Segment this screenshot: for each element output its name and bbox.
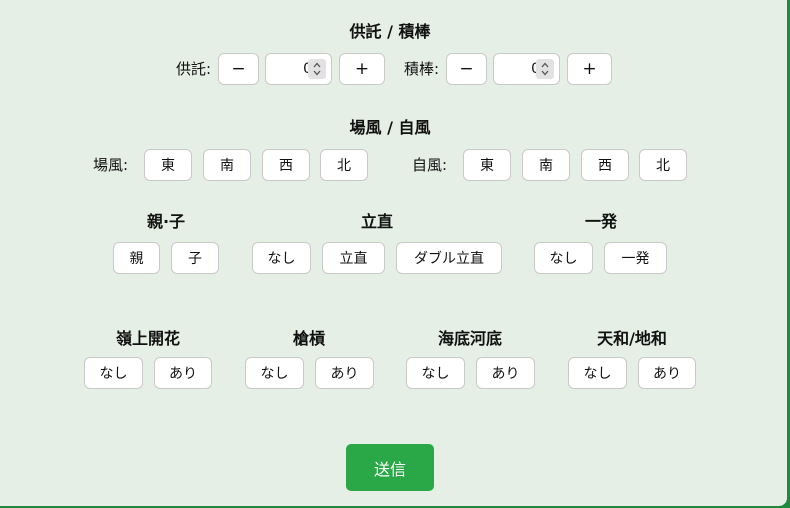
tsumibo-input[interactable]: 0 <box>493 53 560 85</box>
tsumibo-minus-button[interactable]: − <box>446 53 487 85</box>
riichi-title: 立直 <box>360 212 393 231</box>
rinshan-none-button[interactable]: なし <box>84 357 143 389</box>
kyotaku-plus-button[interactable]: + <box>339 53 385 85</box>
jikaze-east-button[interactable]: 東 <box>463 149 511 181</box>
jikaze-south-button[interactable]: 南 <box>522 149 570 181</box>
kyotaku-minus-button[interactable]: − <box>218 53 259 85</box>
chankan-none-button[interactable]: なし <box>245 357 304 389</box>
bakaze-label: 場風: <box>93 156 129 174</box>
oya-ko-title: 親·子 <box>146 212 186 231</box>
kyotaku-input[interactable]: 0 <box>265 53 332 85</box>
jikaze-north-button[interactable]: 北 <box>639 149 687 181</box>
tsumibo-spinner[interactable] <box>536 59 554 79</box>
tsumibo-value: 0 <box>494 54 540 84</box>
kyotaku-label: 供託: <box>176 60 212 78</box>
jikaze-label: 自風: <box>412 156 448 174</box>
jikaze-west-button[interactable]: 西 <box>581 149 629 181</box>
submit-button[interactable]: 送信 <box>346 444 434 491</box>
form-panel: 供託 / 積棒 供託: − 0 + 積棒: − 0 + 場風 / 自風 場風: … <box>0 0 787 506</box>
tsumibo-label: 積棒: <box>404 60 440 78</box>
wind-title: 場風 / 自風 <box>349 118 431 137</box>
tenhou-yes-button[interactable]: あり <box>638 357 696 389</box>
riichi-button[interactable]: 立直 <box>322 242 385 274</box>
bakaze-east-button[interactable]: 東 <box>144 149 192 181</box>
bakaze-west-button[interactable]: 西 <box>262 149 310 181</box>
bakaze-south-button[interactable]: 南 <box>203 149 251 181</box>
haitei-title: 海底河底 <box>437 329 502 348</box>
deposit-title: 供託 / 積棒 <box>349 22 431 41</box>
spinner-down-icon[interactable] <box>313 70 321 76</box>
haitei-none-button[interactable]: なし <box>406 357 465 389</box>
tenhou-none-button[interactable]: なし <box>568 357 627 389</box>
chankan-yes-button[interactable]: あり <box>315 357 374 389</box>
rinshan-title: 嶺上開花 <box>115 329 180 348</box>
spinner-down-icon[interactable] <box>541 70 549 76</box>
spinner-up-icon[interactable] <box>541 62 549 68</box>
riichi-none-button[interactable]: なし <box>252 242 311 274</box>
double-riichi-button[interactable]: ダブル立直 <box>396 242 502 274</box>
ippatsu-button[interactable]: 一発 <box>604 242 667 274</box>
ippatsu-title: 一発 <box>584 212 617 231</box>
chankan-title: 槍槓 <box>292 329 325 348</box>
ko-button[interactable]: 子 <box>171 242 219 274</box>
tenhou-title: 天和/地和 <box>597 329 667 348</box>
tsumibo-plus-button[interactable]: + <box>567 53 612 85</box>
haitei-yes-button[interactable]: あり <box>476 357 535 389</box>
rinshan-yes-button[interactable]: あり <box>154 357 212 389</box>
spinner-up-icon[interactable] <box>313 62 321 68</box>
oya-button[interactable]: 親 <box>113 242 160 274</box>
ippatsu-none-button[interactable]: なし <box>534 242 593 274</box>
bakaze-north-button[interactable]: 北 <box>320 149 368 181</box>
kyotaku-value: 0 <box>266 54 312 84</box>
kyotaku-spinner[interactable] <box>308 59 326 79</box>
